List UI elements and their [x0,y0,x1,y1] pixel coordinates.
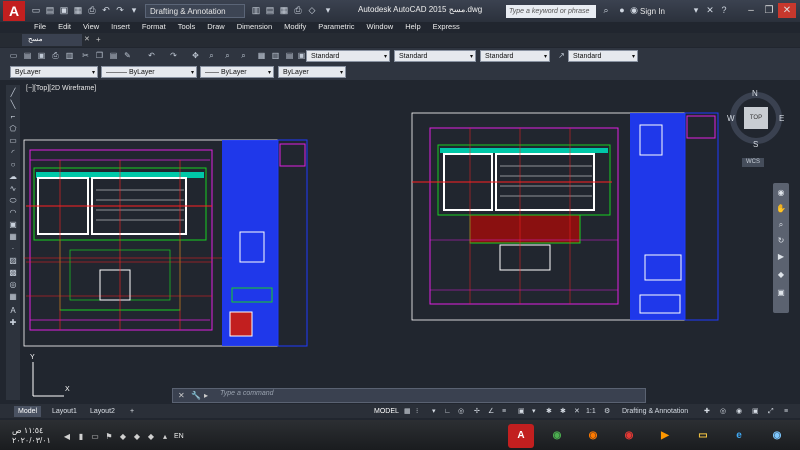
firefox-icon[interactable]: ◉ [580,424,606,448]
chrome-icon[interactable]: ◉ [544,424,570,448]
ucs-x-label: X [65,386,70,393]
clock-date[interactable]: ٢٠٢٠/٠٣/٠١ [12,436,51,445]
tab-layout2[interactable]: Layout2 [86,406,119,417]
clock-time[interactable]: ١١:٥٤ ص [12,426,43,435]
nav-tool-icon[interactable]: ▣ [775,288,787,298]
ucs-y-label: Y [30,354,35,361]
snap-icon[interactable]: ⁝ [416,406,418,417]
chrome-icon[interactable]: ◉ [616,424,642,448]
orbit-icon[interactable]: ↻ [775,236,787,246]
workspace-gear-icon[interactable]: ⚙ [604,406,610,417]
tray-app-icon[interactable]: ◆ [146,432,156,442]
lineweight-icon[interactable]: ≡ [502,406,506,417]
otrack-icon[interactable]: ∠ [488,406,494,417]
model-space-button[interactable]: MODEL [374,406,399,417]
annotation-scale-value[interactable]: 1:1 [586,406,596,417]
osnap-icon[interactable]: ✢ [474,406,480,417]
annotation-monitor-icon[interactable]: ▣ [518,406,525,417]
tray-app-icon[interactable]: ◆ [118,432,128,442]
annotative-icon[interactable]: ✚ [704,406,710,417]
steeringwheel-icon[interactable]: ◉ [775,188,787,198]
pan-icon[interactable]: ✋ [775,204,787,214]
tab-layout1[interactable]: Layout1 [48,406,81,417]
volume-icon[interactable]: ◀ [62,432,72,442]
tray-app-icon[interactable]: ◆ [132,432,142,442]
customize-icon[interactable]: 🔧 [191,391,201,400]
workspace-switch[interactable]: Drafting & Annotation [622,406,688,417]
start-button-icon[interactable]: ◉ [764,424,790,448]
left-drawing-sheet [23,139,308,347]
right-drawing-sheet [411,112,719,321]
polar-icon[interactable]: ◎ [458,406,464,417]
compass-east[interactable]: E [779,114,784,123]
flag-icon[interactable]: ⚑ [104,432,114,442]
viewcube-top-face[interactable]: TOP [744,107,768,129]
isolate-icon[interactable]: ◎ [720,406,726,417]
snap-dropdown-icon[interactable]: ▾ [432,406,436,417]
close-cmd-icon[interactable]: ✕ [178,391,185,400]
selection-cycling-icon[interactable]: ▾ [532,406,536,417]
internet-explorer-icon[interactable]: e [726,424,752,448]
clean-screen-icon[interactable]: ▣ [752,406,759,417]
autocad-taskbar-icon[interactable]: A [508,424,534,448]
compass-south[interactable]: S [753,140,758,149]
grid-icon[interactable]: ▦ [404,406,411,417]
file-explorer-icon[interactable]: ▭ [690,424,716,448]
show-hidden-icon[interactable]: ▴ [160,432,170,442]
cmd-prompt-icon[interactable]: ▸ [204,391,208,400]
cad-drawing [23,112,719,397]
command-input[interactable]: Type a command [220,390,274,397]
ortho-icon[interactable]: ∟ [444,406,451,417]
compass-west[interactable]: W [727,114,735,123]
tab-model[interactable]: Model [14,406,42,417]
showmotion-icon[interactable]: ▶ [775,252,787,262]
hardware-icon[interactable]: ◉ [736,406,742,417]
battery-icon[interactable]: ▭ [90,432,100,442]
annotation-visibility-icon[interactable]: ✱ [546,406,552,417]
media-player-icon[interactable]: ▶ [652,424,678,448]
customization-icon[interactable]: ≡ [784,406,788,417]
ucs-icon [32,362,64,397]
wcs-menu[interactable]: WCS [742,158,764,167]
zoom-extents-icon[interactable]: ⌕ [775,220,787,230]
network-icon[interactable]: ▮ [76,432,86,442]
add-layout-button[interactable]: + [126,406,138,417]
compass-north[interactable]: N [752,89,758,98]
auto-scale-icon[interactable]: ✱ [560,406,566,417]
fullscreen-icon[interactable]: ⤢ [768,406,774,417]
language-indicator[interactable]: EN [174,433,184,440]
annotation-scale-icon[interactable]: ✕ [574,406,580,417]
nav-tool-icon[interactable]: ◆ [775,270,787,280]
